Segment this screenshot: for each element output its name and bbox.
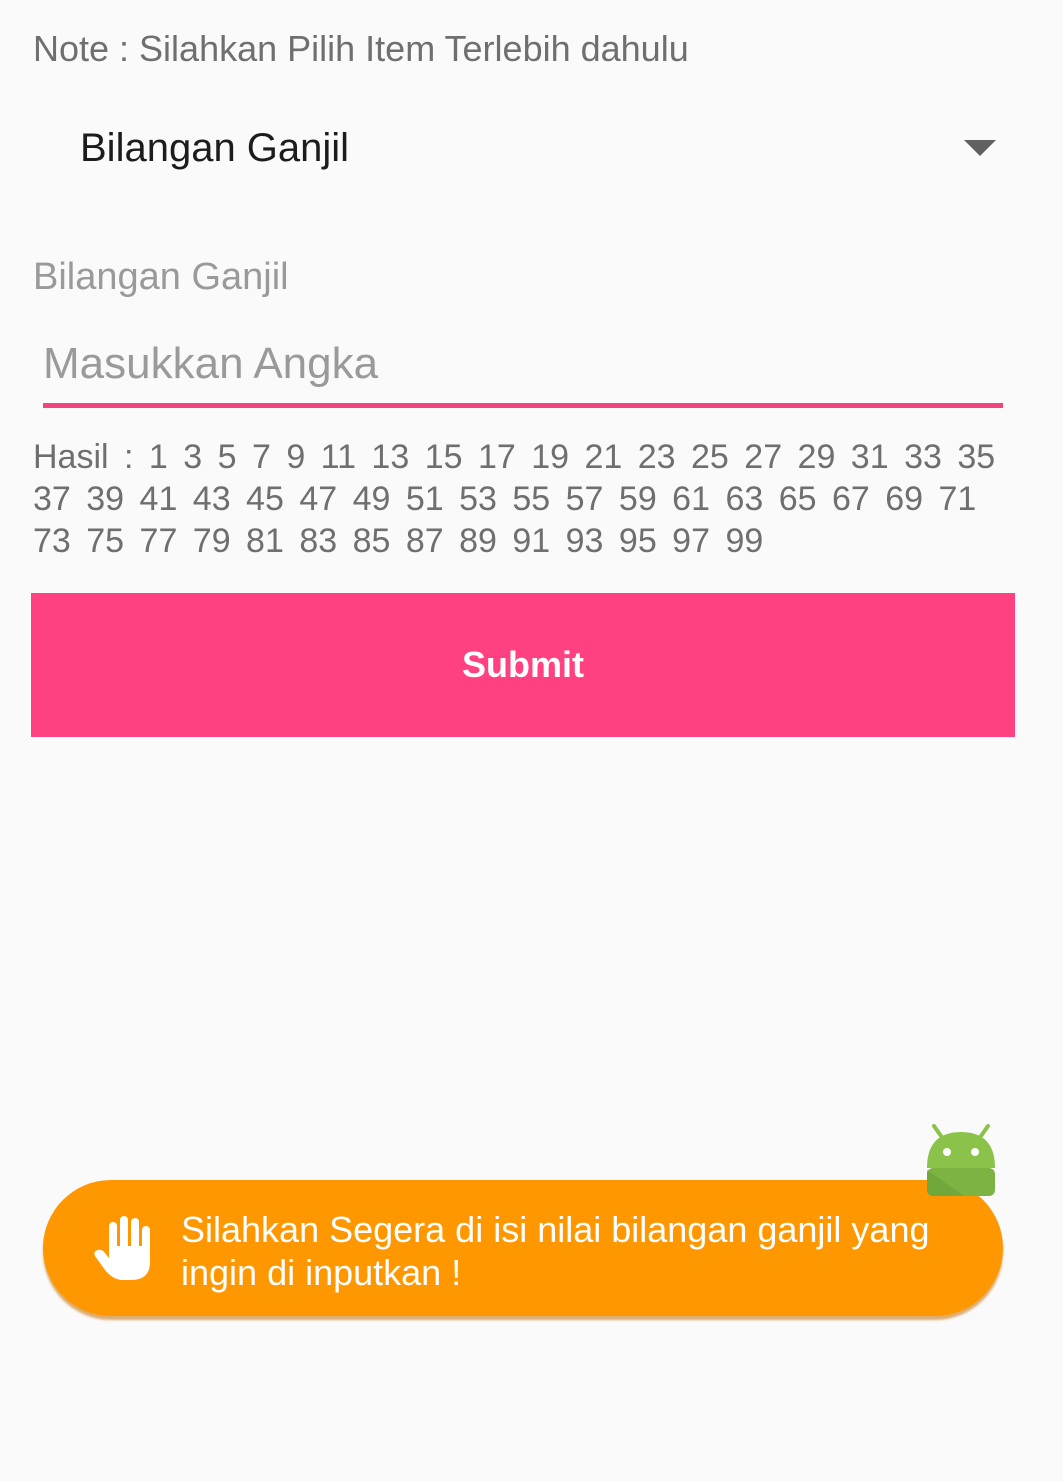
submit-button[interactable]: Submit (31, 593, 1015, 737)
input-underline (43, 403, 1003, 408)
toast-text: Silahkan Segera di isi nilai bilangan ga… (181, 1209, 930, 1293)
section-label: Bilangan Ganjil (33, 256, 289, 298)
toast-message: Silahkan Segera di isi nilai bilangan ga… (43, 1180, 1003, 1316)
spinner-selected-value: Bilangan Ganjil (80, 126, 350, 170)
number-type-spinner[interactable]: Bilangan Ganjil (32, 108, 1022, 194)
android-icon (927, 1124, 995, 1196)
hand-stop-icon (94, 1216, 150, 1280)
note-text: Note : Silahkan Pilih Item Terlebih dahu… (33, 28, 689, 69)
result-text: Hasil : 1 3 5 7 9 11 13 15 17 19 21 23 2… (33, 438, 996, 560)
dropdown-arrow-icon (964, 140, 996, 156)
number-input[interactable] (43, 336, 1003, 392)
